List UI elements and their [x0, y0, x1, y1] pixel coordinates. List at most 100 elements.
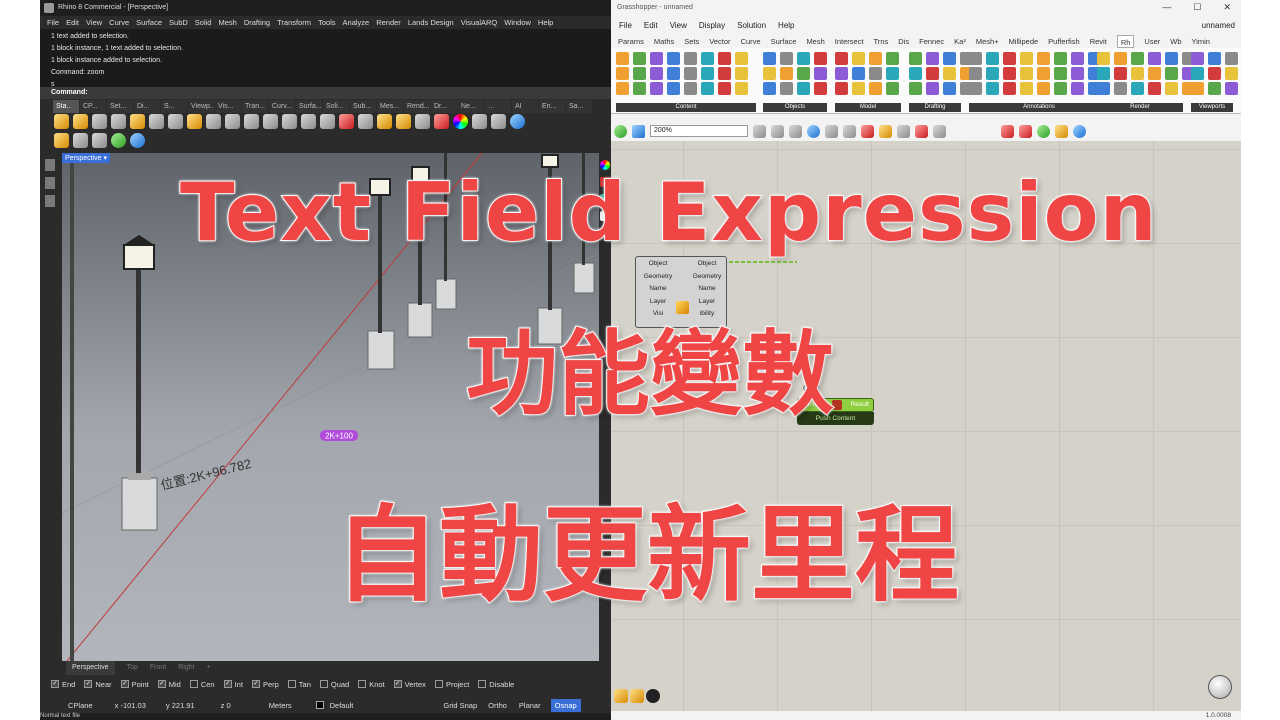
command-prompt[interactable]: Command:	[40, 87, 611, 99]
osnap-project[interactable]: Project	[434, 680, 469, 689]
component-icon[interactable]	[852, 82, 865, 95]
grid-snap-toggle[interactable]: Grid Snap	[443, 701, 477, 710]
component-icon[interactable]	[780, 82, 793, 95]
component-icon[interactable]	[701, 52, 714, 65]
menu-item-surface[interactable]: Surface	[136, 16, 162, 29]
osnap-int[interactable]: ✓ Int	[223, 680, 243, 689]
properties-icon[interactable]	[130, 114, 145, 129]
toolbar-tab[interactable]: S...	[161, 100, 187, 113]
component-icon[interactable]	[684, 82, 697, 95]
zoom-extents-icon[interactable]	[282, 114, 297, 129]
component-icon[interactable]	[814, 67, 827, 80]
menu-item-visualarq[interactable]: VisualARQ	[461, 16, 498, 29]
component-icon[interactable]	[1208, 52, 1221, 65]
toolbar-tab[interactable]: AI	[512, 100, 538, 113]
gh-menu-help[interactable]: Help	[778, 19, 794, 33]
component-icon[interactable]	[633, 67, 646, 80]
output-param[interactable]: Name	[688, 283, 726, 296]
toolbar-tab[interactable]: Viewp...	[188, 100, 214, 113]
component-icon[interactable]	[667, 67, 680, 80]
viewport-tab-right[interactable]: Right	[178, 661, 194, 675]
component-icon[interactable]	[718, 67, 731, 80]
navigation-orb-icon[interactable]	[1208, 675, 1232, 699]
menu-item-curve[interactable]: Curve	[109, 16, 129, 29]
wire-icon[interactable]	[843, 124, 856, 138]
layer-color-swatch[interactable]	[315, 701, 324, 709]
gh-tab[interactable]: Revit	[1090, 35, 1107, 48]
open-file-icon[interactable]	[73, 114, 88, 129]
toolbar-tab[interactable]: Set...	[107, 100, 133, 113]
component-icon[interactable]	[650, 82, 663, 95]
cut-icon[interactable]	[149, 114, 164, 129]
viewport-tab-perspective[interactable]: Perspective	[66, 661, 115, 675]
component-icon[interactable]	[969, 67, 982, 80]
toolbar-tab[interactable]: Di...	[134, 100, 160, 113]
component-icon[interactable]	[616, 67, 629, 80]
lightbulb-icon[interactable]	[396, 114, 411, 129]
cube-icon[interactable]	[630, 689, 644, 703]
cplane-label[interactable]: CPlane	[68, 701, 93, 710]
component-icon[interactable]	[1208, 67, 1221, 80]
toolbar-tab[interactable]: Surfa...	[296, 100, 322, 113]
group-icon[interactable]	[879, 124, 892, 138]
save-icon[interactable]	[92, 114, 107, 129]
zoom-selected-icon[interactable]	[301, 114, 316, 129]
component-icon[interactable]	[835, 52, 848, 65]
toolbar-tab[interactable]: Tran...	[242, 100, 268, 113]
gh-tab[interactable]: User	[1144, 35, 1160, 48]
component-icon[interactable]	[1191, 67, 1204, 80]
component-icon[interactable]	[909, 82, 922, 95]
help-icon[interactable]	[130, 133, 145, 148]
checkbox-checked-icon[interactable]: ✓	[157, 680, 166, 688]
menu-item-transform[interactable]: Transform	[277, 16, 311, 29]
menu-item-drafting[interactable]: Drafting	[244, 16, 270, 29]
component-icon[interactable]	[797, 82, 810, 95]
grid-icon[interactable]	[92, 133, 107, 148]
units-label[interactable]: Meters	[269, 701, 292, 710]
component-icon[interactable]	[616, 82, 629, 95]
component-icon[interactable]	[735, 67, 748, 80]
component-icon[interactable]	[1191, 82, 1204, 95]
sketch-icon[interactable]	[825, 124, 838, 138]
disable-icon[interactable]	[861, 124, 874, 138]
menu-item-subd[interactable]: SubD	[169, 16, 188, 29]
mesh-icon[interactable]	[1055, 124, 1068, 138]
component-icon[interactable]	[926, 67, 939, 80]
select-icon[interactable]	[358, 114, 373, 129]
point-icon[interactable]	[45, 177, 55, 189]
gh-tab[interactable]: Trns	[874, 35, 889, 48]
osnap-quad[interactable]: Quad	[319, 680, 349, 689]
component-icon[interactable]	[701, 82, 714, 95]
align-icon[interactable]	[897, 124, 910, 138]
gh-menu-view[interactable]: View	[670, 19, 687, 33]
component-icon[interactable]	[886, 82, 899, 95]
toolbar-tab[interactable]: Ne...	[458, 100, 484, 113]
component-icon[interactable]	[667, 52, 680, 65]
gh-tab[interactable]: Yimin	[1192, 35, 1210, 48]
component-icon[interactable]	[735, 82, 748, 95]
copy-icon[interactable]	[168, 114, 183, 129]
component-icon[interactable]	[1097, 82, 1110, 95]
osnap-knot[interactable]: Knot	[358, 680, 385, 689]
component-icon[interactable]	[869, 67, 882, 80]
component-icon[interactable]	[886, 67, 899, 80]
component-icon[interactable]	[684, 67, 697, 80]
gh-tab[interactable]: Params	[618, 35, 644, 48]
osnap-near[interactable]: ✓ Near	[84, 680, 112, 689]
menu-item-file[interactable]: File	[47, 16, 59, 29]
osnap-disable[interactable]: Disable	[478, 680, 514, 689]
curve-icon[interactable]	[45, 195, 55, 207]
open-icon[interactable]	[614, 124, 627, 138]
component-icon[interactable]	[1037, 52, 1050, 65]
component-icon[interactable]	[1131, 82, 1144, 95]
select-arrow-icon[interactable]	[45, 159, 55, 171]
checkbox-icon[interactable]	[358, 680, 367, 688]
checkbox-icon[interactable]	[319, 680, 328, 688]
rotate-view-icon[interactable]	[225, 114, 240, 129]
remove-icon[interactable]	[646, 689, 660, 703]
save-icon[interactable]	[632, 124, 645, 138]
osnap-perp[interactable]: ✓ Perp	[251, 680, 279, 689]
osnap-end[interactable]: ✓ End	[51, 680, 75, 689]
component-icon[interactable]	[780, 52, 793, 65]
viewport-tab-top[interactable]: Top	[127, 661, 138, 675]
